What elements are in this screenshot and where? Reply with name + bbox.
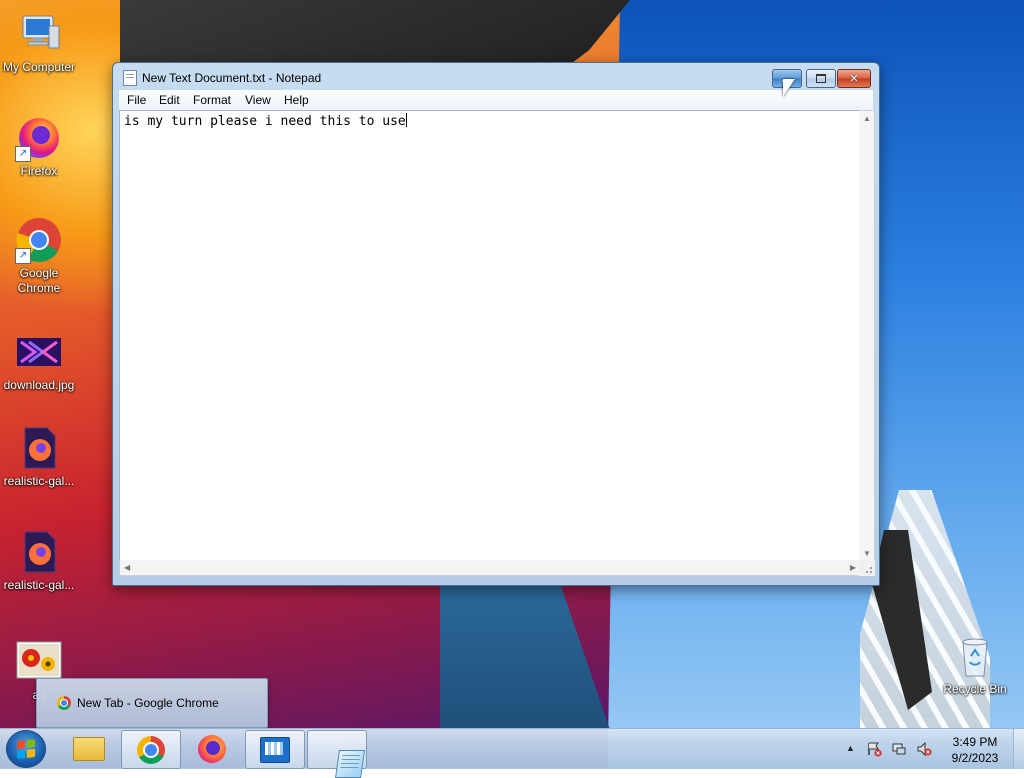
clock-date: 9/2/2023 — [951, 751, 999, 765]
desktop-icon-download-jpg[interactable]: download.jpg — [1, 328, 77, 393]
shortcut-arrow-icon: ↗ — [15, 146, 31, 162]
show-desktop-button[interactable] — [1013, 729, 1024, 769]
firefox-icon — [198, 734, 226, 763]
chrome-icon — [137, 735, 165, 764]
menu-bar: File Edit Format View Help — [119, 90, 873, 111]
firefox-icon: ↗ — [15, 114, 63, 162]
text-caret — [405, 113, 407, 127]
scroll-up-arrow-icon[interactable]: ▲ — [863, 114, 871, 123]
desktop-icon-label: Firefox — [20, 164, 58, 178]
desktop-icon-label: My Computer — [2, 60, 76, 74]
scroll-left-arrow-icon[interactable]: ◀ — [124, 563, 130, 572]
window-title: New Text Document.txt - Notepad — [142, 71, 322, 85]
desktop-icon-label: Google Chrome — [17, 266, 61, 295]
document-text: is my turn please i need this to use — [124, 114, 406, 129]
maximize-button[interactable] — [806, 69, 836, 88]
close-button[interactable]: ✕ — [837, 69, 871, 88]
shortcut-arrow-icon: ↗ — [15, 248, 31, 264]
show-hidden-icons-button[interactable]: ▲ — [846, 743, 855, 753]
desktop-icon-recycle-bin[interactable]: Recycle Bin — [937, 632, 1013, 697]
clock-time: 3:49 PM — [952, 735, 998, 749]
notepad-window[interactable]: New Text Document.txt - Notepad ✕ File E… — [112, 62, 880, 586]
windows-explorer-icon — [73, 736, 105, 761]
taskbar-windows-explorer[interactable] — [60, 730, 118, 767]
taskbar-firefox[interactable] — [183, 730, 241, 767]
taskbar-thumbnail-popup[interactable]: New Tab - Google Chrome — [36, 678, 268, 728]
control-panel-icon — [260, 736, 290, 763]
taskbar: ▲ 3:49 PM 9/2/2023 — [0, 728, 1024, 778]
menu-edit[interactable]: Edit — [159, 93, 180, 107]
desktop-icon-label: download.jpg — [3, 378, 75, 392]
desktop-icon-google-chrome[interactable]: ↗ Google Chrome — [1, 216, 77, 296]
recycle-bin-icon — [951, 632, 999, 680]
desktop-icon-label: realistic-gal... — [3, 578, 75, 592]
popup-window-title: New Tab - Google Chrome — [77, 696, 219, 710]
desktop-icon-realistic-gal-1[interactable]: realistic-gal... — [1, 424, 77, 489]
close-icon: ✕ — [849, 73, 859, 85]
taskbar-notepad[interactable] — [307, 730, 367, 778]
desktop-icon-label: realistic-gal... — [3, 474, 75, 488]
scroll-right-arrow-icon[interactable]: ▶ — [850, 563, 856, 572]
desktop-icon-label: Recycle Bin — [943, 682, 1007, 696]
firefox-html-file-icon — [15, 528, 63, 576]
size-grip[interactable] — [859, 560, 875, 576]
chrome-icon: ↗ — [15, 216, 63, 264]
volume-muted-icon[interactable] — [916, 741, 932, 757]
network-icon[interactable] — [891, 741, 907, 757]
notepad-titlebar[interactable]: New Text Document.txt - Notepad ✕ — [113, 63, 879, 91]
resize-grip-icon — [866, 567, 872, 573]
windows-logo-icon — [17, 739, 35, 759]
text-editor-area[interactable]: is my turn please i need this to use — [119, 110, 861, 562]
system-clock[interactable]: 3:49 PM 9/2/2023 — [944, 734, 1006, 766]
action-center-icon[interactable] — [866, 741, 882, 757]
desktop-icon-my-computer[interactable]: My Computer — [1, 10, 77, 75]
menu-view[interactable]: View — [245, 93, 271, 107]
menu-file[interactable]: File — [127, 93, 146, 107]
mouse-cursor-icon — [783, 79, 795, 97]
desktop-icon-firefox[interactable]: ↗ Firefox — [1, 114, 77, 179]
menu-format[interactable]: Format — [193, 93, 231, 107]
notepad-icon — [335, 749, 365, 778]
scroll-down-arrow-icon[interactable]: ▼ — [863, 549, 871, 558]
notepad-icon — [123, 70, 137, 86]
image-file-icon — [15, 328, 63, 376]
firefox-html-file-icon — [15, 424, 63, 472]
maximize-icon — [816, 74, 826, 83]
desktop-icon-realistic-gal-2[interactable]: realistic-gal... — [1, 528, 77, 593]
taskbar-chrome[interactable] — [121, 730, 181, 769]
start-button[interactable] — [6, 730, 46, 768]
chrome-icon — [57, 696, 71, 710]
horizontal-scrollbar[interactable]: ◀ ▶ — [119, 560, 861, 576]
menu-help[interactable]: Help — [284, 93, 309, 107]
taskbar-control-panel[interactable] — [245, 730, 305, 769]
computer-icon — [15, 10, 63, 58]
vertical-scrollbar[interactable]: ▲ ▼ — [859, 110, 875, 562]
